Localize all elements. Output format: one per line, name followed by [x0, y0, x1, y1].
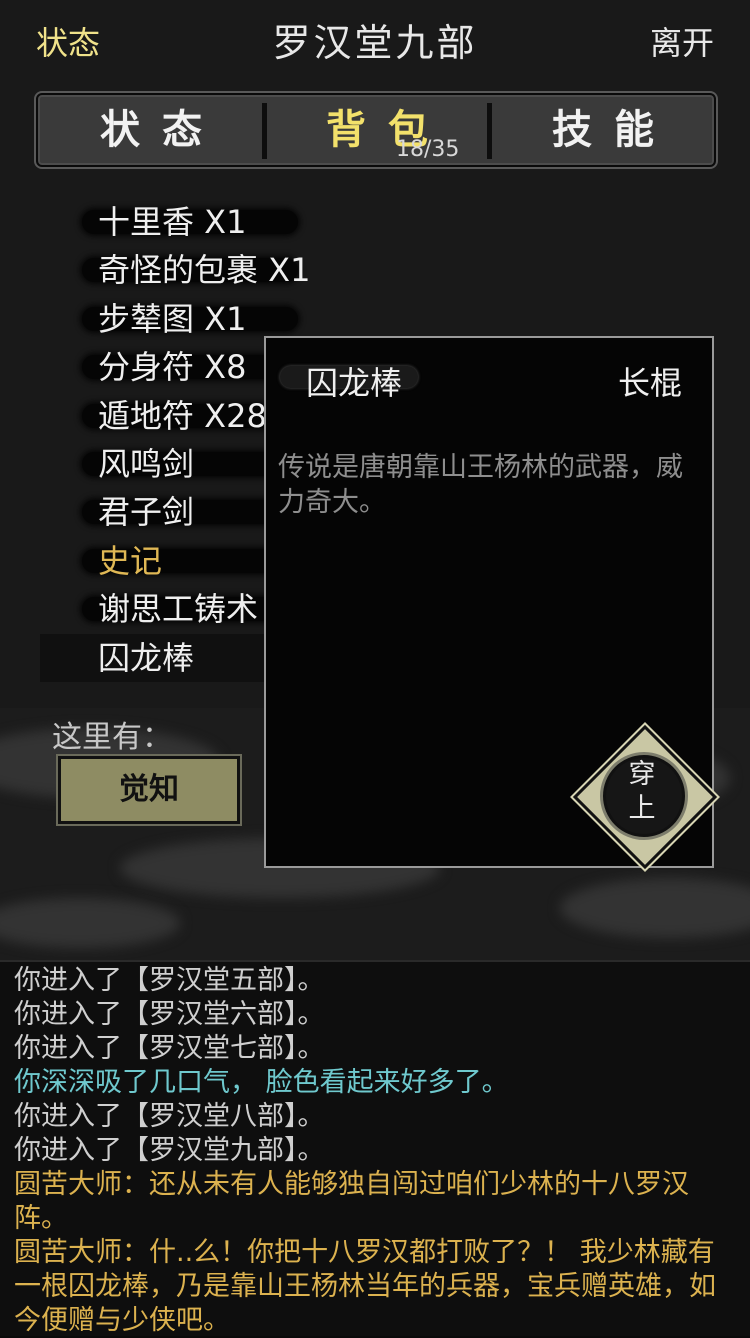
inventory-item-label: 史记 [98, 541, 163, 580]
log-line: 圆苦大师：什..么！你把十八罗汉都打败了？！ 我少林藏有一根囚龙棒，乃是靠山王杨… [14, 1237, 716, 1336]
log-line: 圆苦大师：还从未有人能够独自闯过咱们少林的十八罗汉阵。 [14, 1169, 689, 1234]
log-line: 你进入了【罗汉堂九部】。 [14, 1135, 325, 1166]
here-label: 这里有： [52, 720, 172, 755]
log-line: 你进入了【罗汉堂五部】。 [14, 965, 325, 996]
npc-button-juezhi[interactable]: 觉知 [56, 754, 242, 826]
item-type: 长棍 [617, 364, 682, 402]
tab-bar: 状态 背包 18/35 技能 [36, 93, 716, 167]
equip-text: 穿上 [628, 759, 656, 824]
message-log: 你进入了【罗汉堂五部】。 你进入了【罗汉堂六部】。 你进入了【罗汉堂七部】。 你深深吸… [0, 960, 750, 1336]
log-line: 你进入了【罗汉堂七部】。 [14, 1033, 325, 1064]
inventory-item-label: 风鸣剑 [98, 445, 195, 483]
inventory-item-label: 分身符 X8 [98, 348, 247, 387]
inventory-item[interactable]: 十里香 X1 [40, 198, 710, 246]
tab-skills[interactable]: 技能 [492, 95, 714, 165]
tab-status[interactable]: 状态 [38, 95, 264, 165]
inventory-item-label: 步辇图 X1 [98, 299, 247, 338]
item-name: 囚龙棒 [306, 364, 403, 402]
log-line: 你进入了【罗汉堂六部】。 [14, 999, 325, 1030]
inventory-item-label: 谢思工铸术 [98, 590, 259, 629]
log-line: 你深深吸了几口气， 脸色看起来好多了。 [14, 1067, 509, 1098]
log-line: 你进入了【罗汉堂八部】。 [14, 1101, 325, 1132]
leave-button[interactable]: 离开 [650, 18, 714, 64]
inventory-item-label: 奇怪的包裹 X1 [98, 251, 311, 290]
equip-button[interactable]: 穿上 [572, 724, 718, 870]
location-title: 罗汉堂九部 [272, 21, 478, 65]
inventory-item[interactable]: 奇怪的包裹 X1 [40, 246, 710, 294]
smoke-decoration [0, 898, 180, 948]
item-description: 传说是唐朝靠山王杨林的武器，威力奇大。 [278, 452, 683, 518]
bag-capacity: 18/35 [396, 137, 460, 162]
smoke-decoration [560, 878, 750, 938]
equip-label: 穿上 [588, 758, 696, 826]
inventory-item-label: 遁地符 X28 [98, 396, 267, 435]
inventory-item-label: 囚龙棒 [98, 638, 195, 677]
inventory-item-label: 君子剑 [98, 493, 195, 532]
inventory-item-label: 十里香 X1 [98, 203, 247, 241]
